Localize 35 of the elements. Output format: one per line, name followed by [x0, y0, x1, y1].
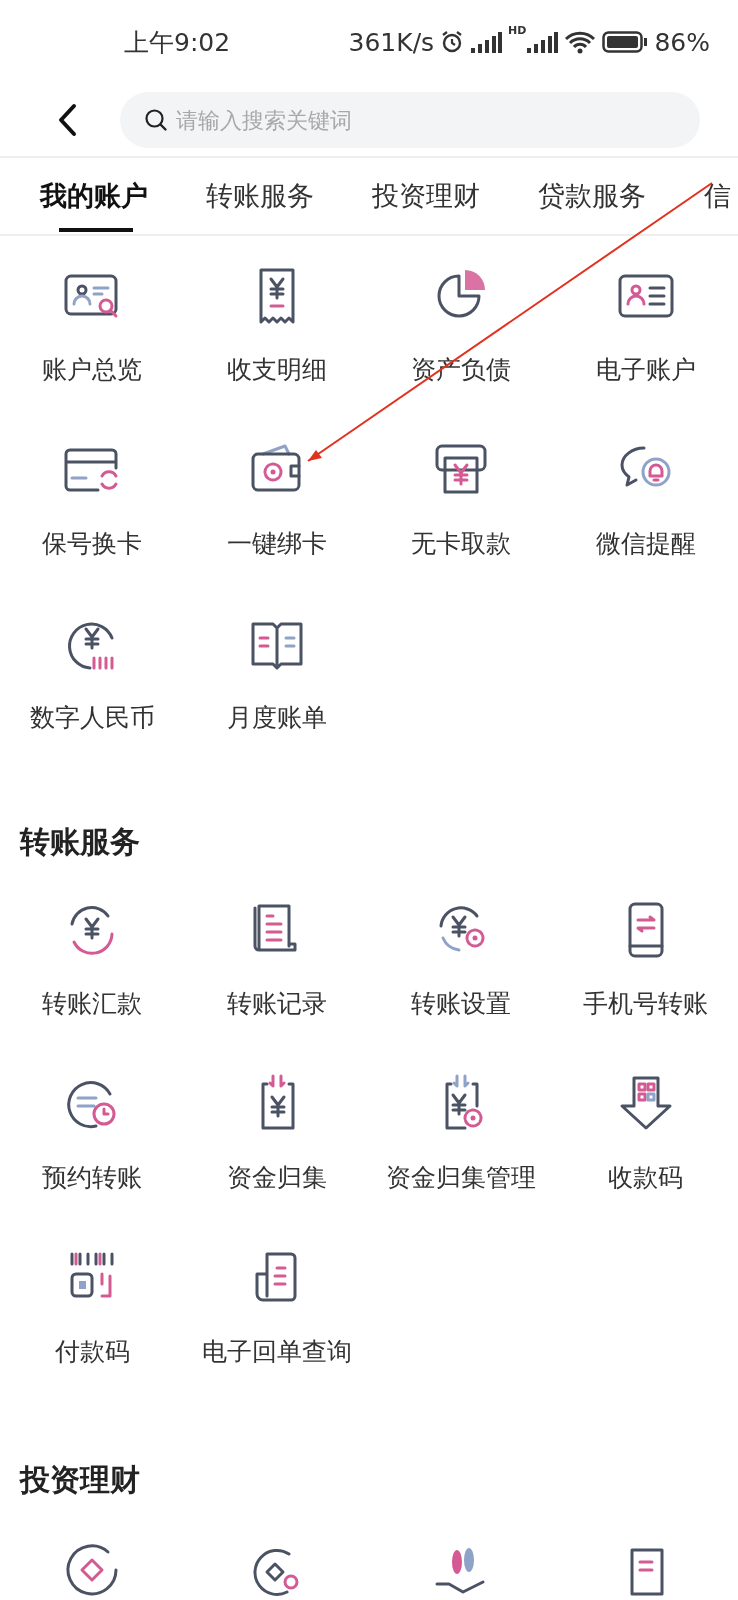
- tile-label[interactable]: 无卡取款: [411, 526, 512, 562]
- tile-label[interactable]: 电子回单查询: [201, 1334, 352, 1370]
- wifi-icon: [564, 30, 597, 54]
- signal-icon: [470, 31, 503, 53]
- tab[interactable]: 贷款服务: [538, 158, 704, 234]
- tab[interactable]: 信: [704, 158, 738, 234]
- signal-icon: [526, 31, 559, 53]
- tile-label[interactable]: 资金归集管理: [386, 1160, 537, 1196]
- tile-label[interactable]: 预约转账: [42, 1160, 143, 1196]
- tab[interactable]: 投资理财: [372, 158, 538, 234]
- section-title: 转账服务: [18, 823, 141, 861]
- battery-icon: [602, 31, 649, 53]
- tile-label[interactable]: 转账设置: [411, 986, 512, 1022]
- tab[interactable]: 我的账户: [40, 158, 206, 234]
- status-time: 上午9:02: [124, 26, 232, 59]
- tile-label[interactable]: 保号换卡: [42, 526, 143, 562]
- search-field[interactable]: 请输入搜索关键词: [120, 92, 700, 148]
- tile-label[interactable]: 账户总览: [42, 352, 143, 388]
- tile-label[interactable]: 转账汇款: [42, 986, 143, 1022]
- network-type: HD: [508, 23, 527, 37]
- tile-label[interactable]: 手机号转账: [583, 986, 709, 1022]
- tile-label[interactable]: 收支明细: [226, 352, 327, 388]
- battery-level: 86%: [654, 27, 710, 57]
- tile-label[interactable]: 一键绑卡: [226, 526, 327, 562]
- tile-label[interactable]: 收款码: [608, 1160, 684, 1196]
- network-speed: 361K/s: [348, 27, 435, 57]
- tile-label[interactable]: 资金归集: [226, 1160, 327, 1196]
- tab[interactable]: 转账服务: [206, 158, 372, 234]
- tile-label[interactable]: 微信提醒: [595, 526, 696, 562]
- tile-label[interactable]: 转账记录: [226, 986, 327, 1022]
- tile-label[interactable]: 月度账单: [226, 700, 327, 736]
- section-title: 投资理财: [18, 1461, 141, 1499]
- tile-label[interactable]: 电子账户: [595, 352, 696, 388]
- tile-label[interactable]: 付款码: [54, 1334, 130, 1370]
- tile-label[interactable]: 数字人民币: [29, 700, 155, 736]
